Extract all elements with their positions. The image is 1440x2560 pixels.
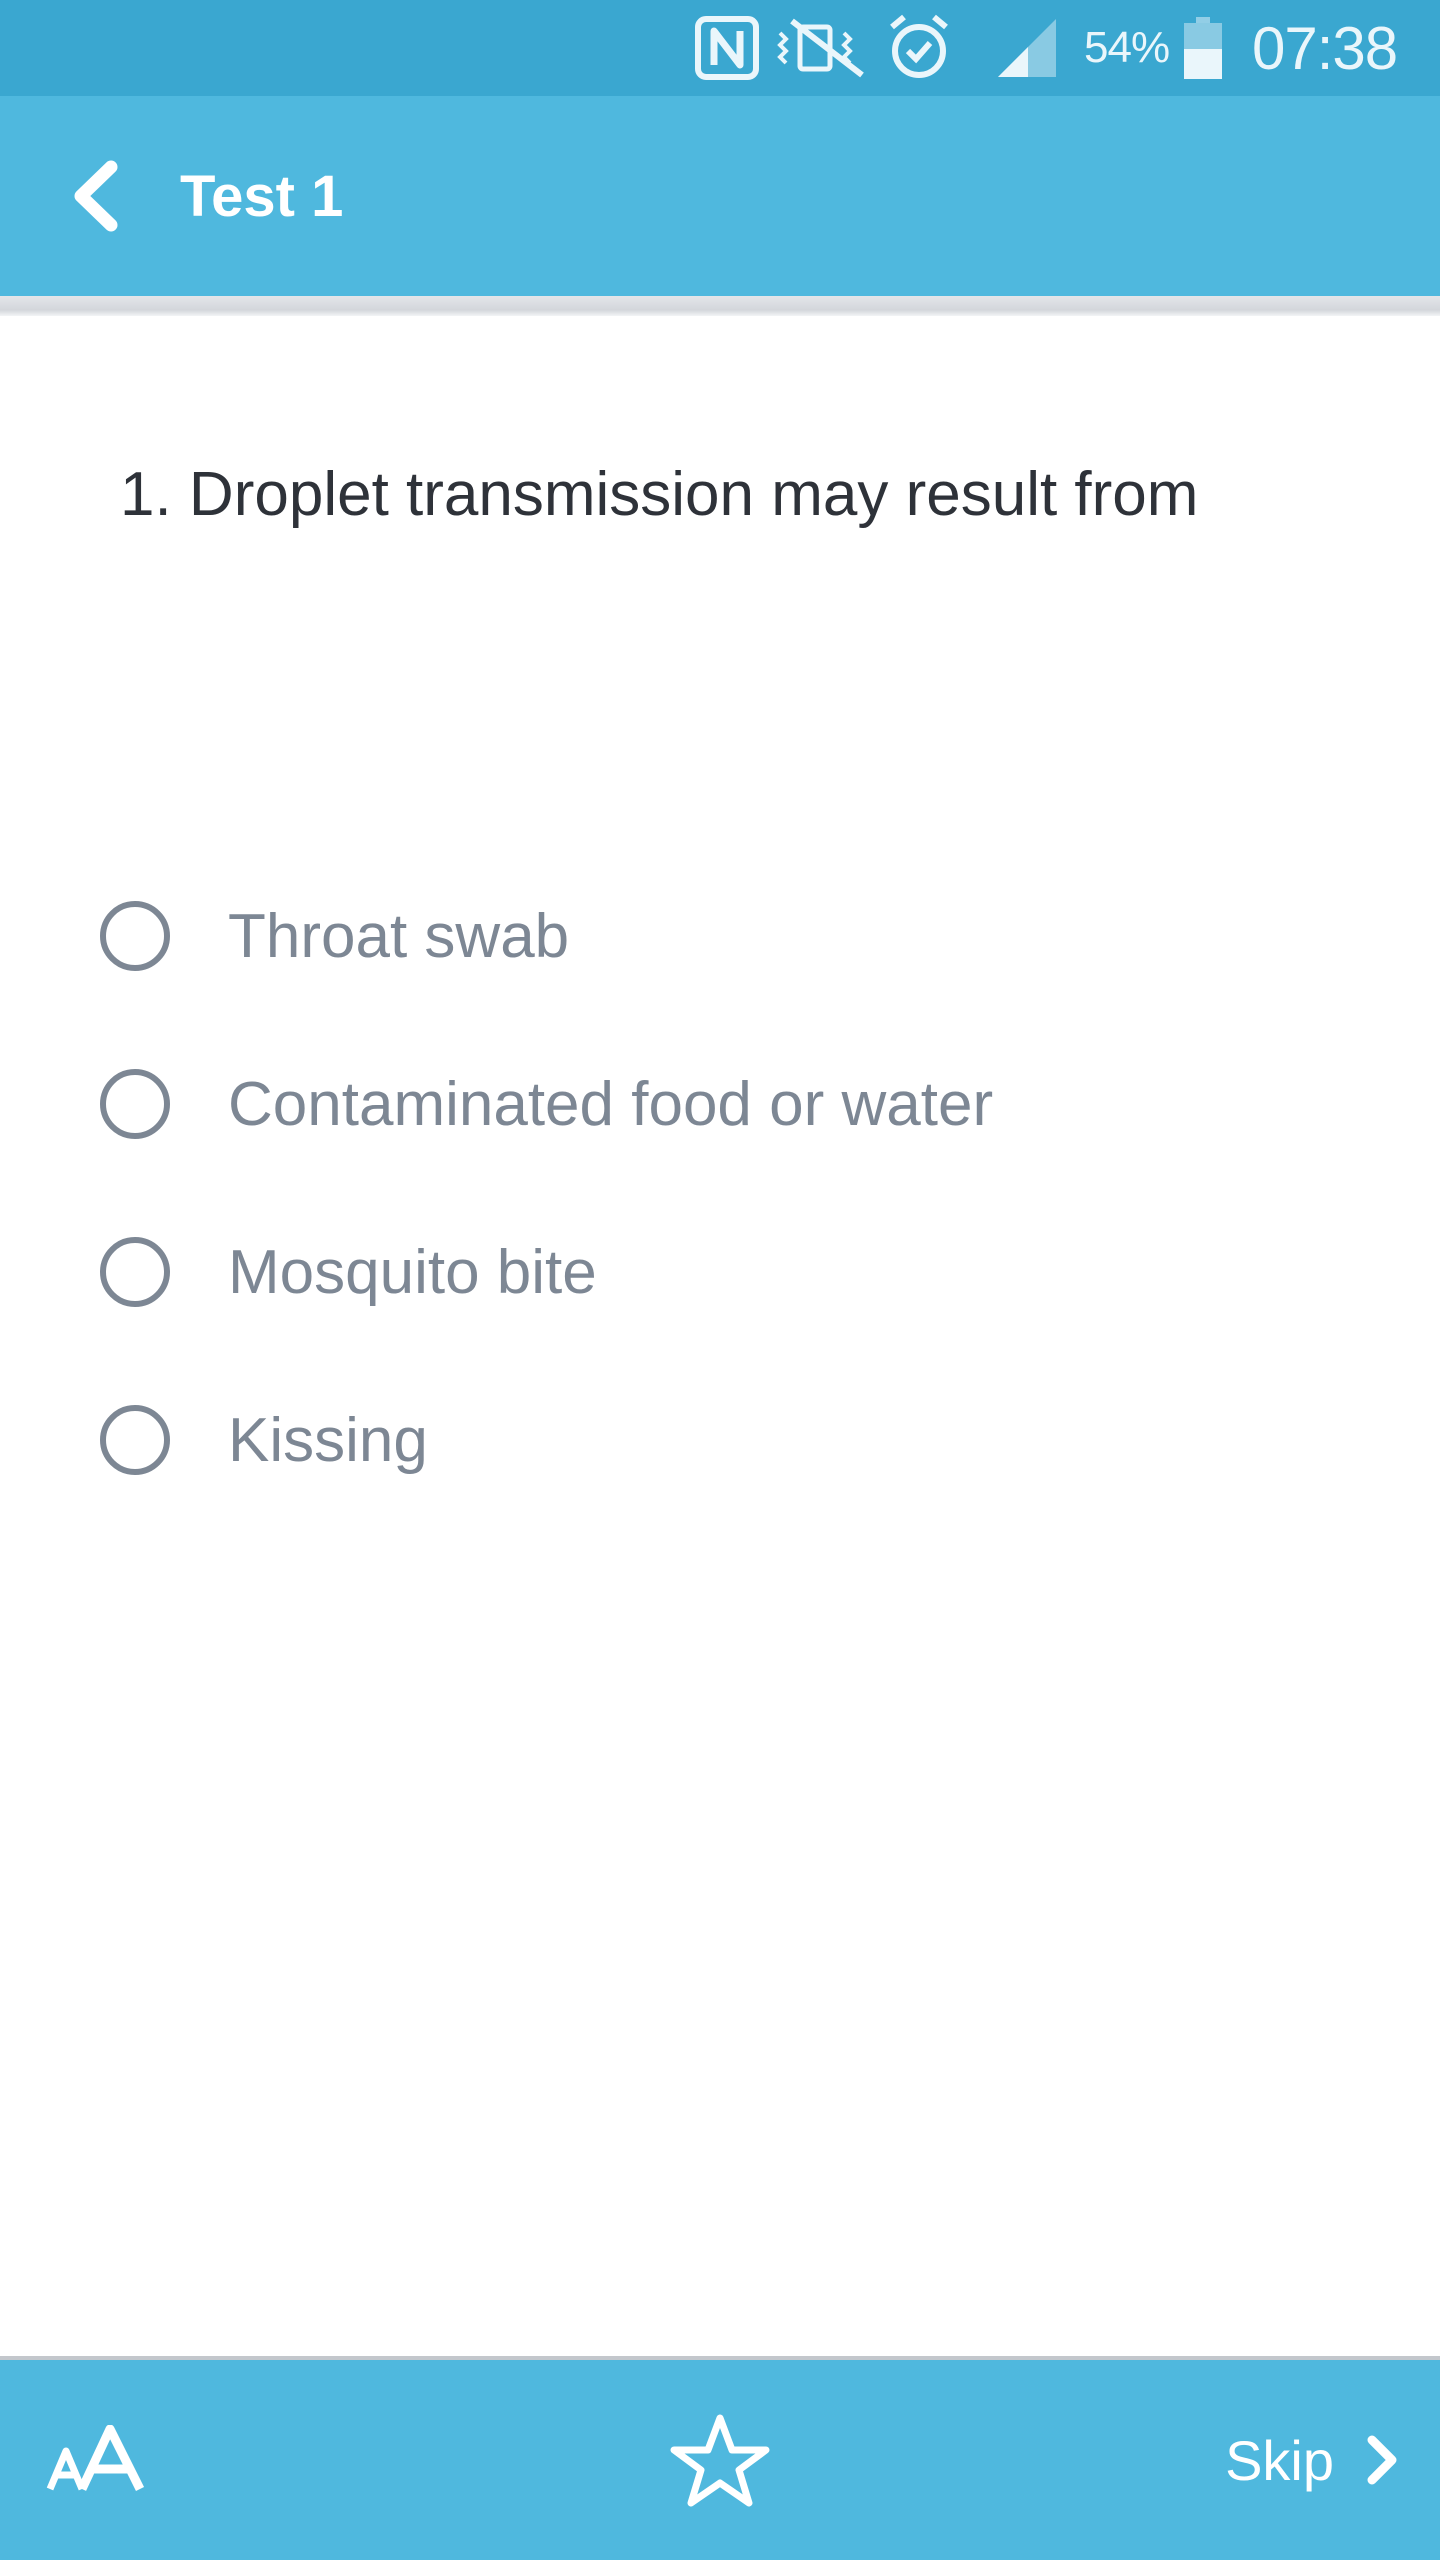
signal-icon — [994, 0, 1060, 96]
app-bar: Test 1 — [0, 96, 1440, 296]
bookmark-button[interactable] — [665, 2360, 775, 2560]
app-bar-shadow — [0, 296, 1440, 316]
answer-option-label: Kissing — [228, 1405, 428, 1475]
radio-button[interactable] — [100, 1237, 170, 1307]
radio-button[interactable] — [100, 1069, 170, 1139]
alarm-icon — [886, 0, 956, 96]
chevron-left-icon — [74, 160, 118, 232]
answer-option-label: Contaminated food or water — [228, 1069, 994, 1139]
status-bar: 54% 07:38 — [0, 0, 1440, 96]
skip-label: Skip — [1225, 2428, 1334, 2492]
page-title: Test 1 — [180, 163, 344, 229]
battery-percent: 54% — [1084, 23, 1170, 72]
nfc-icon — [694, 0, 762, 96]
clock: 07:38 — [1252, 14, 1398, 82]
answer-option-mosquito-bite[interactable]: Mosquito bite — [100, 1188, 1340, 1356]
answer-option-kissing[interactable]: Kissing — [100, 1356, 1340, 1524]
bottom-toolbar: Skip — [0, 2356, 1440, 2560]
font-size-button[interactable] — [46, 2360, 150, 2560]
answer-option-label: Mosquito bite — [228, 1237, 597, 1307]
battery-icon — [1182, 0, 1224, 96]
answer-options: Throat swab Contaminated food or water M… — [100, 852, 1340, 1524]
answer-option-throat-swab[interactable]: Throat swab — [100, 852, 1340, 1020]
radio-button[interactable] — [100, 1405, 170, 1475]
chevron-right-icon — [1367, 2435, 1397, 2485]
star-icon — [670, 2414, 770, 2507]
answer-option-contaminated-food[interactable]: Contaminated food or water — [100, 1020, 1340, 1188]
skip-button[interactable]: Skip — [1225, 2360, 1400, 2560]
font-size-icon — [46, 2425, 145, 2492]
answer-option-label: Throat swab — [228, 901, 570, 971]
quiz-screen: 54% 07:38 Test 1 1. Droplet transmission… — [0, 0, 1440, 2560]
question-text: 1. Droplet transmission may result from — [120, 460, 1199, 529]
back-button[interactable] — [50, 146, 140, 246]
vibrate-icon — [774, 0, 870, 96]
radio-button[interactable] — [100, 901, 170, 971]
